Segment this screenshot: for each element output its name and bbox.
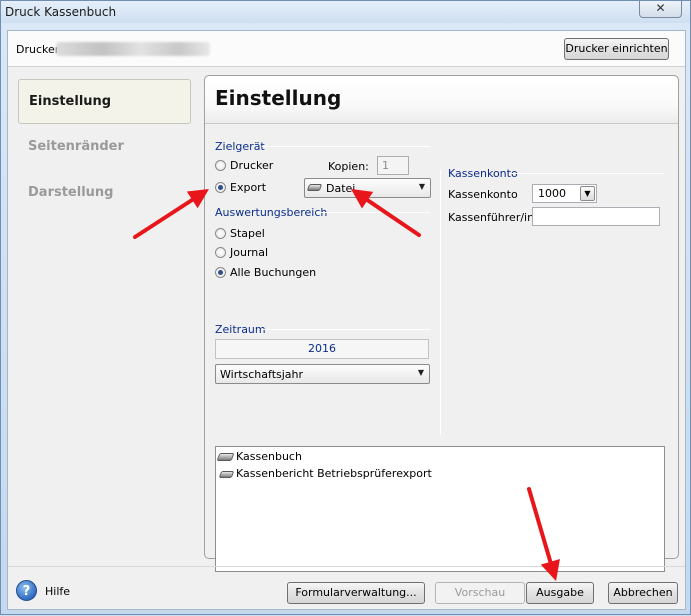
chevron-down-icon: ▼: [418, 182, 425, 191]
disk-icon: [216, 453, 235, 461]
account-label: Kassenkonto: [448, 188, 518, 201]
radio-label-drucker: Drucker: [230, 159, 274, 172]
dialog-client: Drucker Drucker einrichten Einstellung S…: [7, 30, 686, 610]
group-label-zielgeraet: Zielgerät: [215, 140, 265, 153]
printer-label: Drucker: [16, 43, 60, 56]
column-divider: [440, 170, 441, 435]
list-item[interactable]: Kassenbericht Betriebsprüferexport: [218, 466, 658, 482]
title-bar: Druck Kassenbuch ✕: [1, 1, 690, 23]
period-select[interactable]: Wirtschaftsjahr ▼: [215, 364, 430, 384]
group-divider: [511, 173, 664, 174]
group-label-auswertungsbereich: Auswertungsbereich: [215, 206, 328, 219]
group-divider: [316, 212, 430, 213]
radio-alle-buchungen[interactable]: Alle Buchungen: [215, 265, 325, 281]
radio-drucker[interactable]: Drucker: [215, 158, 295, 174]
close-button[interactable]: ✕: [639, 1, 682, 18]
radio-stapel[interactable]: Stapel: [215, 226, 295, 242]
footer-divider: [8, 566, 685, 567]
radio-button-checked[interactable]: [215, 267, 226, 278]
window-title: Druck Kassenbuch: [5, 5, 117, 19]
printer-setup-button[interactable]: Drucker einrichten: [564, 38, 669, 60]
disk-icon: [218, 471, 235, 478]
period-value: Wirtschaftsjahr: [220, 368, 304, 381]
list-item[interactable]: Kassenbuch: [216, 449, 658, 465]
list-item-label: Kassenbuch: [236, 450, 302, 463]
list-item-label: Kassenbericht Betriebsprüferexport: [236, 467, 432, 480]
radio-label-alle-buchungen: Alle Buchungen: [230, 266, 317, 279]
dialog-window: Druck Kassenbuch ✕ Drucker Drucker einri…: [0, 0, 691, 615]
export-target-select[interactable]: Datei ▼: [304, 178, 431, 198]
group-divider: [262, 146, 430, 147]
cashier-input[interactable]: [532, 207, 660, 226]
group-label-zeitraum: Zeitraum: [215, 323, 266, 336]
cancel-button[interactable]: Abbrechen: [608, 582, 678, 604]
radio-button[interactable]: [215, 228, 226, 239]
group-divider: [261, 329, 430, 330]
printer-bar: Drucker Drucker einrichten: [8, 31, 685, 67]
export-target-value: Datei: [326, 182, 356, 195]
group-label-kassenkonto: Kassenkonto: [448, 167, 518, 180]
settings-nav: Einstellung Seitenränder Darstellung: [12, 73, 202, 558]
nav-item-seitenraender[interactable]: Seitenränder: [18, 125, 191, 170]
radio-button[interactable]: [215, 247, 226, 258]
year-field[interactable]: 2016: [215, 339, 429, 359]
preview-button[interactable]: Vorschau: [435, 582, 525, 604]
help-label[interactable]: Hilfe: [45, 585, 70, 598]
radio-export[interactable]: Export: [215, 180, 295, 196]
nav-item-darstellung[interactable]: Darstellung: [18, 171, 191, 216]
radio-button[interactable]: [215, 160, 226, 171]
forms-management-button[interactable]: Formularverwaltung...: [287, 582, 425, 604]
chevron-down-icon[interactable]: ▼: [580, 186, 595, 201]
printer-name-redacted: [56, 42, 210, 56]
radio-label-stapel: Stapel: [230, 227, 265, 240]
panel-header: Einstellung: [205, 76, 678, 124]
panel-title: Einstellung: [215, 86, 342, 110]
radio-label-export: Export: [230, 181, 267, 194]
radio-button-checked[interactable]: [215, 182, 226, 193]
account-value: 1000: [538, 187, 566, 200]
account-select[interactable]: 1000 ▼: [532, 184, 597, 203]
disk-icon: [306, 184, 323, 191]
help-icon[interactable]: ?: [16, 580, 37, 601]
copies-input[interactable]: 1: [377, 156, 409, 175]
chevron-down-icon: ▼: [417, 368, 424, 377]
radio-journal[interactable]: Journal: [215, 245, 295, 261]
close-icon: ✕: [655, 1, 666, 15]
output-button[interactable]: Ausgabe: [526, 582, 594, 604]
settings-panel: Einstellung Zielgerät Drucker Kopien: 1 …: [204, 75, 679, 572]
cashier-label: Kassenführer/in: [448, 211, 535, 224]
copies-label: Kopien:: [328, 160, 369, 173]
report-list[interactable]: Kassenbuch Kassenbericht Betriebsprüfere…: [215, 446, 665, 572]
radio-label-journal: Journal: [230, 246, 269, 259]
nav-item-einstellung[interactable]: Einstellung: [18, 79, 191, 124]
